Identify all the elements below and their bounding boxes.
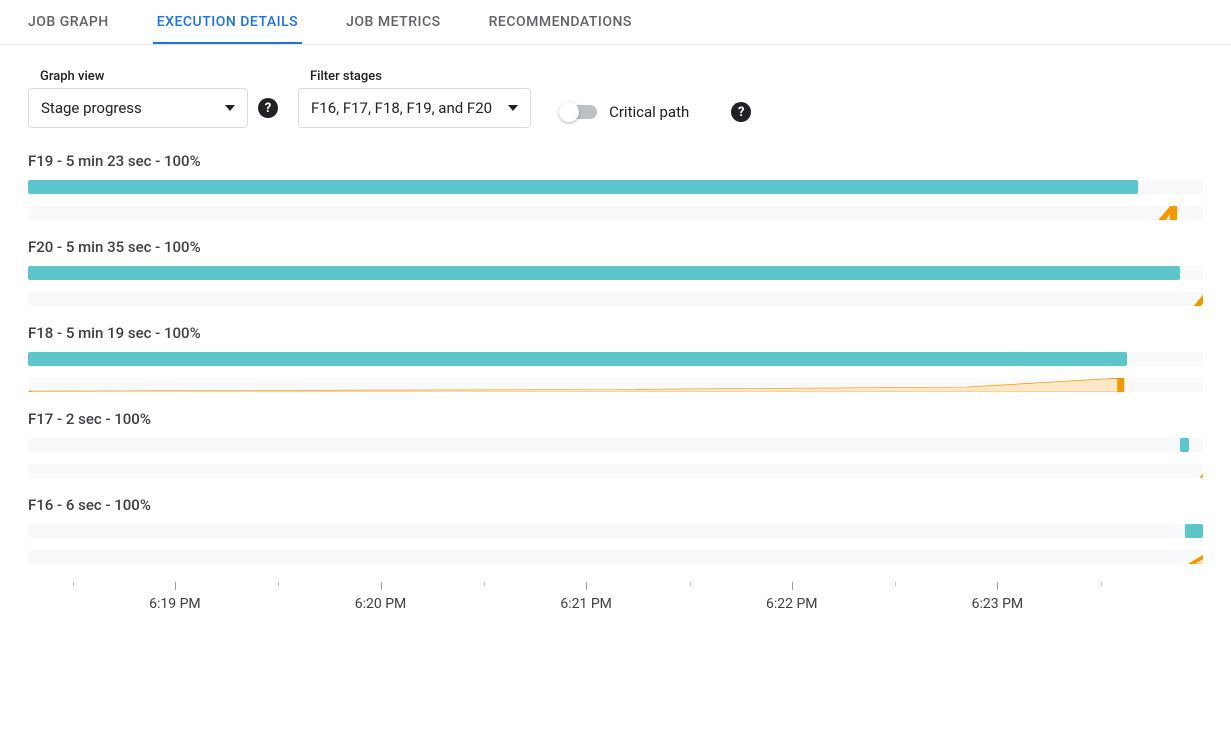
axis-tick-label: 6:22 PM (766, 596, 818, 612)
axis-major-tick (997, 582, 998, 590)
axis-tick-label: 6:20 PM (355, 596, 407, 612)
throughput-lane[interactable] (28, 378, 1203, 392)
stage-title: F18 - 5 min 19 sec - 100% (28, 324, 1203, 342)
filter-stages-control: Filter stages F16, F17, F18, F19, and F2… (298, 69, 531, 128)
tab-job-graph[interactable]: JOB GRAPH (24, 0, 113, 44)
throughput-lane[interactable] (28, 550, 1203, 564)
stage-row: F18 - 5 min 19 sec - 100% (28, 324, 1203, 392)
filter-stages-value: F16, F17, F18, F19, and F20 (311, 99, 492, 117)
graph-view-value: Stage progress (41, 99, 142, 117)
progress-bar (28, 266, 1180, 280)
axis-tick-label: 6:21 PM (560, 596, 612, 612)
axis-major-tick (381, 582, 382, 590)
critical-path-control: Critical path ? (561, 102, 751, 128)
stage-title: F19 - 5 min 23 sec - 100% (28, 152, 1203, 170)
tab-execution-details[interactable]: EXECUTION DETAILS (153, 0, 302, 44)
chevron-down-icon (508, 105, 518, 111)
filter-stages-select[interactable]: F16, F17, F18, F19, and F20 (298, 88, 531, 128)
stage-title: F20 - 5 min 35 sec - 100% (28, 238, 1203, 256)
axis-minor-tick (1101, 582, 1102, 586)
axis-major-tick (586, 582, 587, 590)
stage-row: F19 - 5 min 23 sec - 100% (28, 152, 1203, 220)
chevron-down-icon (225, 105, 235, 111)
axis-tick-label: 6:19 PM (149, 596, 201, 612)
help-icon[interactable]: ? (258, 98, 278, 118)
progress-lane[interactable] (28, 266, 1203, 280)
axis-major-tick (175, 582, 176, 590)
stage-progress-chart: F19 - 5 min 23 sec - 100% F20 - 5 min 35 … (0, 136, 1231, 564)
axis-minor-tick (278, 582, 279, 586)
progress-bar (28, 180, 1138, 194)
progress-bar (1180, 438, 1189, 452)
axis-tick-label: 6:23 PM (972, 596, 1024, 612)
tab-bar: JOB GRAPH EXECUTION DETAILS JOB METRICS … (0, 0, 1231, 45)
axis-major-tick (792, 582, 793, 590)
progress-lane[interactable] (28, 438, 1203, 452)
progress-lane[interactable] (28, 524, 1203, 538)
help-icon[interactable]: ? (731, 102, 751, 122)
progress-lane[interactable] (28, 180, 1203, 194)
time-axis: 6:19 PM 6:20 PM 6:21 PM 6:22 PM 6:23 PM (28, 582, 1203, 632)
axis-minor-tick (484, 582, 485, 586)
controls-row: Graph view Stage progress ? Filter stage… (0, 45, 1231, 136)
throughput-lane[interactable] (28, 292, 1203, 306)
axis-minor-tick (690, 582, 691, 586)
throughput-lane[interactable] (28, 206, 1203, 220)
stage-row: F17 - 2 sec - 100% (28, 410, 1203, 478)
graph-view-select[interactable]: Stage progress (28, 88, 248, 128)
tab-job-metrics[interactable]: JOB METRICS (342, 0, 444, 44)
progress-lane[interactable] (28, 352, 1203, 366)
axis-minor-tick (895, 582, 896, 586)
critical-path-switch[interactable] (561, 105, 597, 119)
filter-stages-label: Filter stages (310, 69, 531, 84)
progress-bar (1185, 524, 1203, 538)
tab-recommendations[interactable]: RECOMMENDATIONS (485, 0, 636, 44)
stage-row: F16 - 6 sec - 100% (28, 496, 1203, 564)
stage-title: F17 - 2 sec - 100% (28, 410, 1203, 428)
stage-title: F16 - 6 sec - 100% (28, 496, 1203, 514)
axis-minor-tick (73, 582, 74, 586)
stage-row: F20 - 5 min 35 sec - 100% (28, 238, 1203, 306)
progress-bar (28, 352, 1127, 366)
throughput-lane[interactable] (28, 464, 1203, 478)
critical-path-label: Critical path (609, 103, 689, 121)
graph-view-control: Graph view Stage progress ? (28, 69, 278, 128)
graph-view-label: Graph view (40, 69, 278, 84)
